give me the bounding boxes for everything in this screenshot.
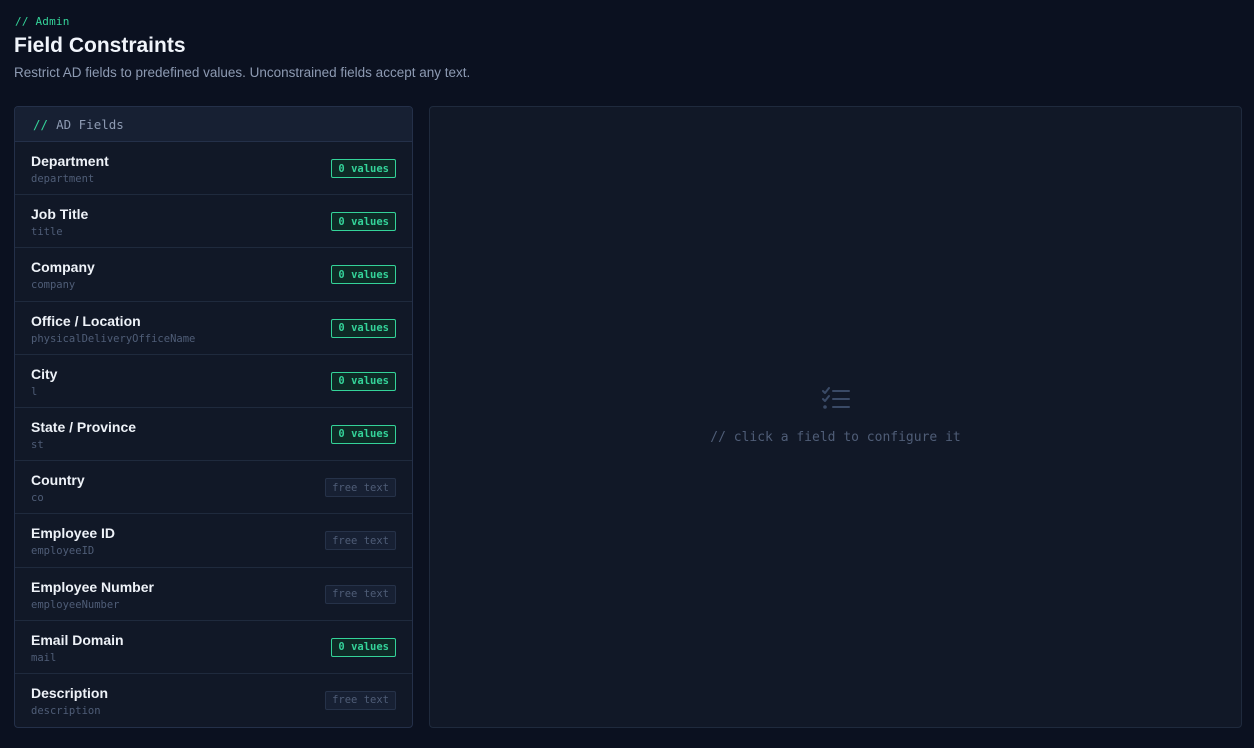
field-key: title [31,226,63,239]
values-count-badge: 0 values [331,637,396,657]
values-count-badge: 0 values [331,212,396,232]
header-prefix: // [33,116,49,132]
field-list: Department department 0 values Job Title tit… [15,142,412,727]
field-label: State / Province [31,418,137,435]
page-title: Field Constraints [14,34,186,57]
field-key: co [31,492,44,505]
field-key: company [31,279,76,292]
values-count-badge: 0 values [331,318,396,338]
field-row[interactable]: Email Domain mail 0 values [15,621,412,674]
field-row[interactable]: Company company 0 values [15,248,412,302]
values-count-badge: 0 values [331,371,396,391]
free-text-badge: free text [325,584,396,604]
field-label: Company [31,259,95,276]
field-row[interactable]: Employee Number employeeNumber free text [15,568,412,621]
field-config-panel: // click a field to configure it [429,106,1242,728]
field-row[interactable]: Office / Location physicalDeliveryOfficeN… [15,302,412,355]
field-row[interactable]: Description description free text [15,674,412,727]
free-text-badge: free text [325,690,396,710]
field-row[interactable]: City l 0 values [15,355,412,408]
field-label: Office / Location [31,312,141,329]
field-key: mail [31,651,57,664]
field-key: physicalDeliveryOfficeName [31,332,196,345]
page-subtitle: Restrict AD fields to predefined values.… [14,65,471,80]
ad-fields-header: // AD Fields [15,107,412,142]
free-text-badge: free text [325,478,396,498]
field-row[interactable]: Job Title title 0 values [15,195,412,249]
field-key: department [31,173,95,185]
field-label: Job Title [31,206,89,223]
field-key: st [31,438,44,451]
values-count-badge: 0 values [331,265,396,285]
field-row[interactable]: Employee ID employeeID free text [15,514,412,568]
field-label: Department [31,153,109,169]
values-count-badge: 0 values [331,159,396,178]
checklist-icon [822,387,850,409]
field-label: Employee ID [31,525,116,542]
field-row[interactable]: Country co free text [15,461,412,515]
field-key: l [31,385,38,398]
field-constraints-page: // Admin Field Constraints Restrict AD f… [0,0,1254,748]
field-row[interactable]: State / Province st 0 values [15,408,412,462]
field-label: Country [31,472,85,489]
field-key: employeeID [31,545,95,558]
ad-fields-panel: // AD Fields Department department 0 value… [14,106,413,728]
empty-state-message: // click a field to configure it [710,430,961,445]
field-label: City [31,365,58,382]
header-label: AD Fields [56,116,124,132]
breadcrumb: // Admin [15,15,70,28]
values-count-badge: 0 values [331,424,396,444]
field-key: description [31,704,101,717]
field-key: employeeNumber [31,598,120,611]
free-text-badge: free text [325,531,396,551]
field-label: Employee Number [31,578,154,595]
field-label: Description [31,684,109,701]
field-label: Email Domain [31,631,124,648]
field-row[interactable]: Department department 0 values [15,142,412,196]
